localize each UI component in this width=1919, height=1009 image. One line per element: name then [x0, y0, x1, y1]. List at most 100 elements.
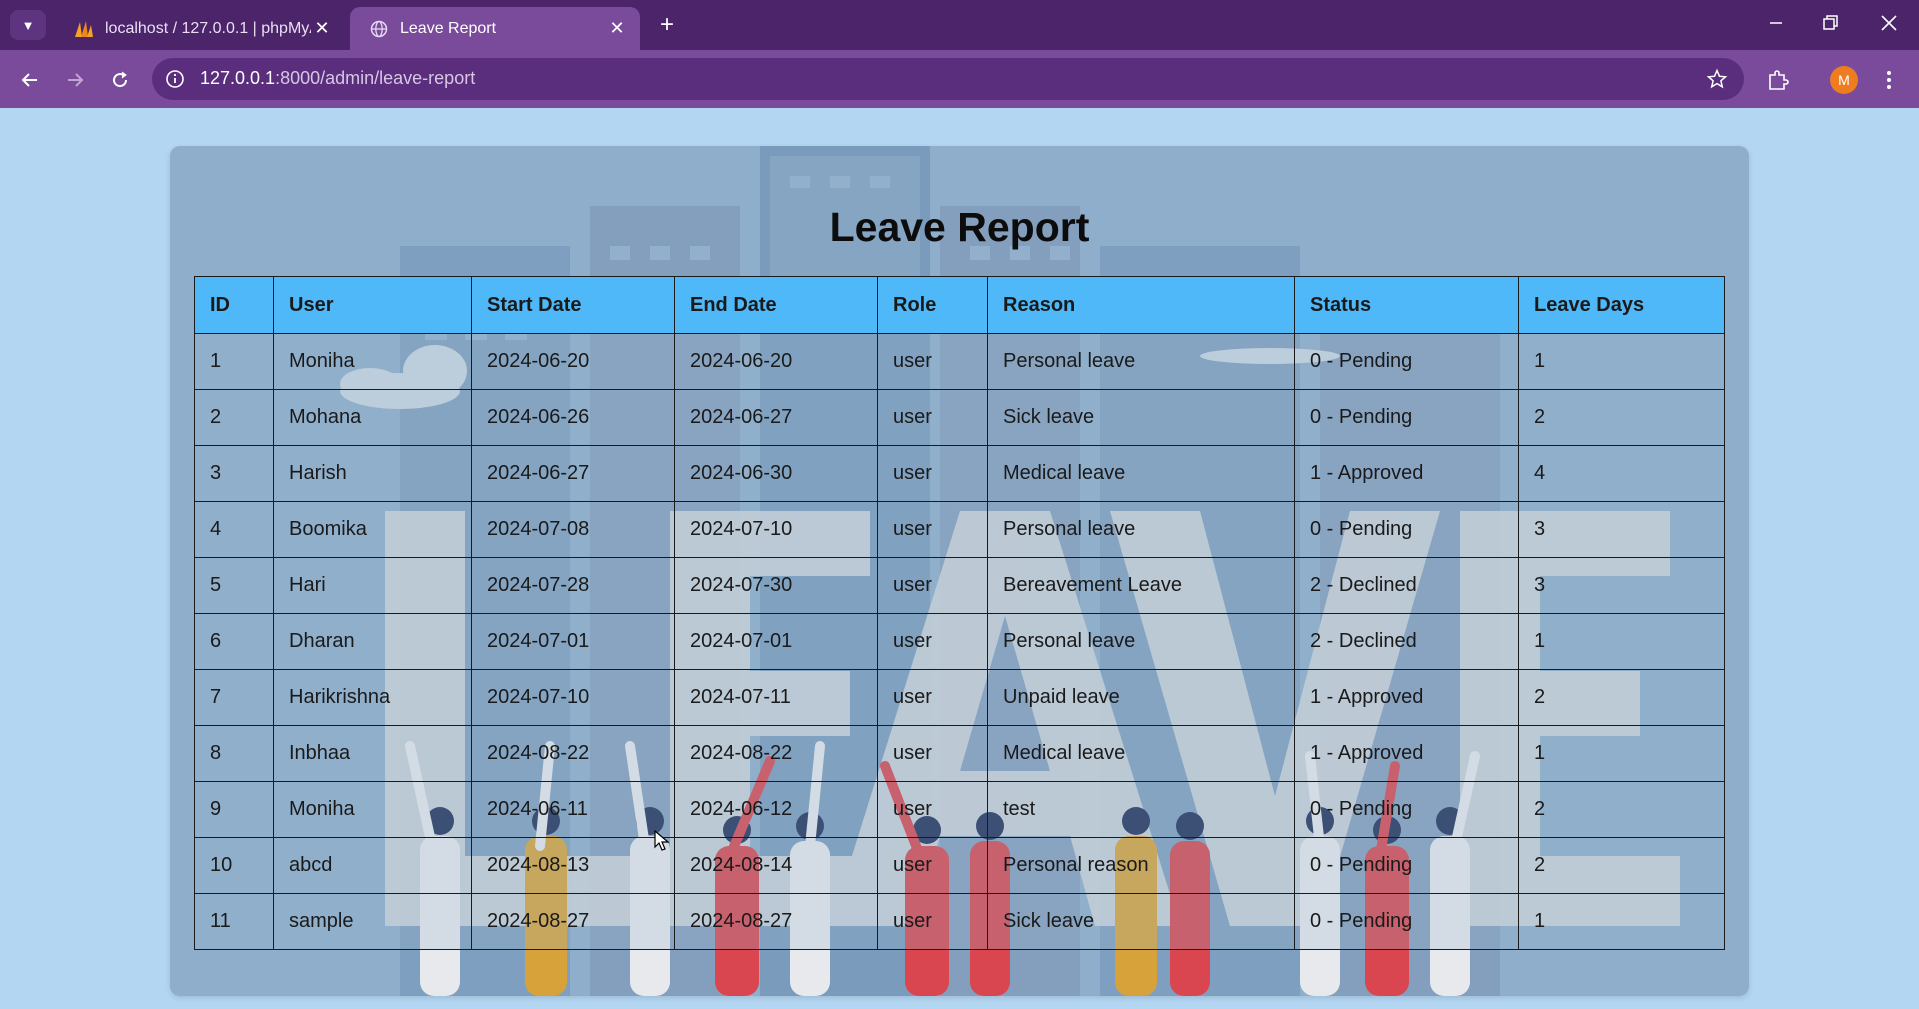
cell-status: 1 - Approved: [1294, 445, 1519, 502]
column-header-user: User: [273, 276, 472, 334]
minimize-icon[interactable]: [1756, 8, 1796, 38]
site-info-icon[interactable]: [164, 68, 186, 90]
cell-reason: Bereavement Leave: [987, 557, 1295, 614]
cell-leave-days: 4: [1518, 445, 1725, 502]
globe-icon: [368, 18, 390, 40]
cell-status: 2 - Declined: [1294, 557, 1519, 614]
cell-role: user: [877, 837, 988, 894]
table-row: 11 sample 2024-08-27 2024-08-27 user Sick lea…: [194, 893, 1725, 950]
cell-start-date: 2024-07-01: [471, 613, 675, 670]
table-row: 2 Mohana 2024-06-26 2024-06-27 user Sick leav…: [194, 389, 1725, 446]
column-header-end-date: End Date: [674, 276, 878, 334]
cell-user: Hari: [273, 557, 472, 614]
cell-role: user: [877, 445, 988, 502]
column-header-leave-days: Leave Days: [1518, 276, 1725, 334]
table-row: 3 Harish 2024-06-27 2024-06-30 user Medical l…: [194, 445, 1725, 502]
column-header-reason: Reason: [987, 276, 1295, 334]
cell-leave-days: 1: [1518, 725, 1725, 782]
cell-start-date: 2024-08-27: [471, 893, 675, 950]
forward-arrow-icon[interactable]: [59, 64, 91, 96]
table-row: 7 Harikrishna 2024-07-10 2024-07-11 user Unpa…: [194, 669, 1725, 726]
table-row: 6 Dharan 2024-07-01 2024-07-01 user Personal …: [194, 613, 1725, 670]
extensions-puzzle-icon[interactable]: [1762, 64, 1794, 96]
close-icon[interactable]: ✕: [606, 18, 628, 39]
cell-user: Inbhaa: [273, 725, 472, 782]
cell-leave-days: 3: [1518, 557, 1725, 614]
table-body: 1 Moniha 2024-06-20 2024-06-20 user Personal …: [194, 333, 1725, 950]
cell-leave-days: 2: [1518, 669, 1725, 726]
back-arrow-icon[interactable]: [14, 64, 46, 96]
cell-role: user: [877, 725, 988, 782]
cell-user: Moniha: [273, 781, 472, 838]
cell-id: 7: [194, 669, 274, 726]
cell-reason: Sick leave: [987, 389, 1295, 446]
cell-role: user: [877, 781, 988, 838]
cell-leave-days: 2: [1518, 837, 1725, 894]
cell-start-date: 2024-06-27: [471, 445, 675, 502]
cell-user: abcd: [273, 837, 472, 894]
more-menu-icon[interactable]: [1878, 64, 1900, 96]
table-row: 8 Inbhaa 2024-08-22 2024-08-22 user Medical l…: [194, 725, 1725, 782]
cell-reason: Medical leave: [987, 445, 1295, 502]
page-title: Leave Report: [829, 204, 1090, 250]
cell-status: 0 - Pending: [1294, 837, 1519, 894]
cell-status: 0 - Pending: [1294, 781, 1519, 838]
cell-reason: test: [987, 781, 1295, 838]
cell-id: 6: [194, 613, 274, 670]
cell-reason: Personal leave: [987, 333, 1295, 390]
url-host: 127.0.0.1: [200, 68, 276, 88]
cell-role: user: [877, 669, 988, 726]
profile-avatar[interactable]: M: [1830, 66, 1858, 94]
tab-title: Leave Report: [400, 19, 497, 37]
cell-end-date: 2024-07-10: [674, 501, 878, 558]
reload-icon[interactable]: [104, 64, 136, 96]
cell-reason: Personal leave: [987, 613, 1295, 670]
leave-report-table: ID User Start Date End Date Role Reason …: [194, 276, 1725, 950]
column-header-id: ID: [194, 276, 274, 334]
restore-icon[interactable]: [1811, 8, 1851, 38]
cell-user: Moniha: [273, 333, 472, 390]
cell-user: Boomika: [273, 501, 472, 558]
table-row: 4 Boomika 2024-07-08 2024-07-10 user Personal…: [194, 501, 1725, 558]
cell-reason: Medical leave: [987, 725, 1295, 782]
cell-role: user: [877, 501, 988, 558]
cell-user: Harikrishna: [273, 669, 472, 726]
url-path: :8000/admin/leave-report: [275, 68, 476, 88]
tab-search-button[interactable]: ▼: [10, 10, 46, 40]
cell-start-date: 2024-08-13: [471, 837, 675, 894]
cell-status: 0 - Pending: [1294, 501, 1519, 558]
cell-id: 8: [194, 725, 274, 782]
url-text[interactable]: 127.0.0.1:8000/admin/leave-report: [200, 68, 475, 89]
cell-end-date: 2024-06-27: [674, 389, 878, 446]
column-header-status: Status: [1294, 276, 1519, 334]
cell-end-date: 2024-06-20: [674, 333, 878, 390]
tab-phpmyadmin[interactable]: localhost / 127.0.0.1 | phpMyAd ✕: [55, 7, 345, 50]
cell-status: 2 - Declined: [1294, 613, 1519, 670]
cell-status: 1 - Approved: [1294, 725, 1519, 782]
cell-status: 0 - Pending: [1294, 389, 1519, 446]
tab-leave-report[interactable]: Leave Report ✕: [350, 7, 640, 50]
cell-end-date: 2024-08-27: [674, 893, 878, 950]
cell-status: 1 - Approved: [1294, 669, 1519, 726]
cell-role: user: [877, 893, 988, 950]
tab-title: localhost / 127.0.0.1 | phpMyAd: [105, 19, 311, 37]
cell-status: 0 - Pending: [1294, 893, 1519, 950]
cell-user: Dharan: [273, 613, 472, 670]
cell-start-date: 2024-07-28: [471, 557, 675, 614]
cell-role: user: [877, 613, 988, 670]
address-bar[interactable]: 127.0.0.1:8000/admin/leave-report: [152, 58, 1744, 100]
bookmark-star-icon[interactable]: [1706, 68, 1728, 90]
new-tab-button[interactable]: +: [652, 10, 682, 40]
cell-reason: Sick leave: [987, 893, 1295, 950]
cell-start-date: 2024-08-22: [471, 725, 675, 782]
table-row: 1 Moniha 2024-06-20 2024-06-20 user Personal …: [194, 333, 1725, 390]
cell-id: 11: [194, 893, 274, 950]
cell-reason: Unpaid leave: [987, 669, 1295, 726]
tab-strip: ▼ localhost / 127.0.0.1 | phpMyAd ✕ Leav…: [0, 0, 1919, 50]
cell-reason: Personal leave: [987, 501, 1295, 558]
close-window-icon[interactable]: [1869, 8, 1909, 38]
close-icon[interactable]: ✕: [311, 18, 333, 39]
cell-role: user: [877, 557, 988, 614]
cell-user: Harish: [273, 445, 472, 502]
cell-id: 10: [194, 837, 274, 894]
